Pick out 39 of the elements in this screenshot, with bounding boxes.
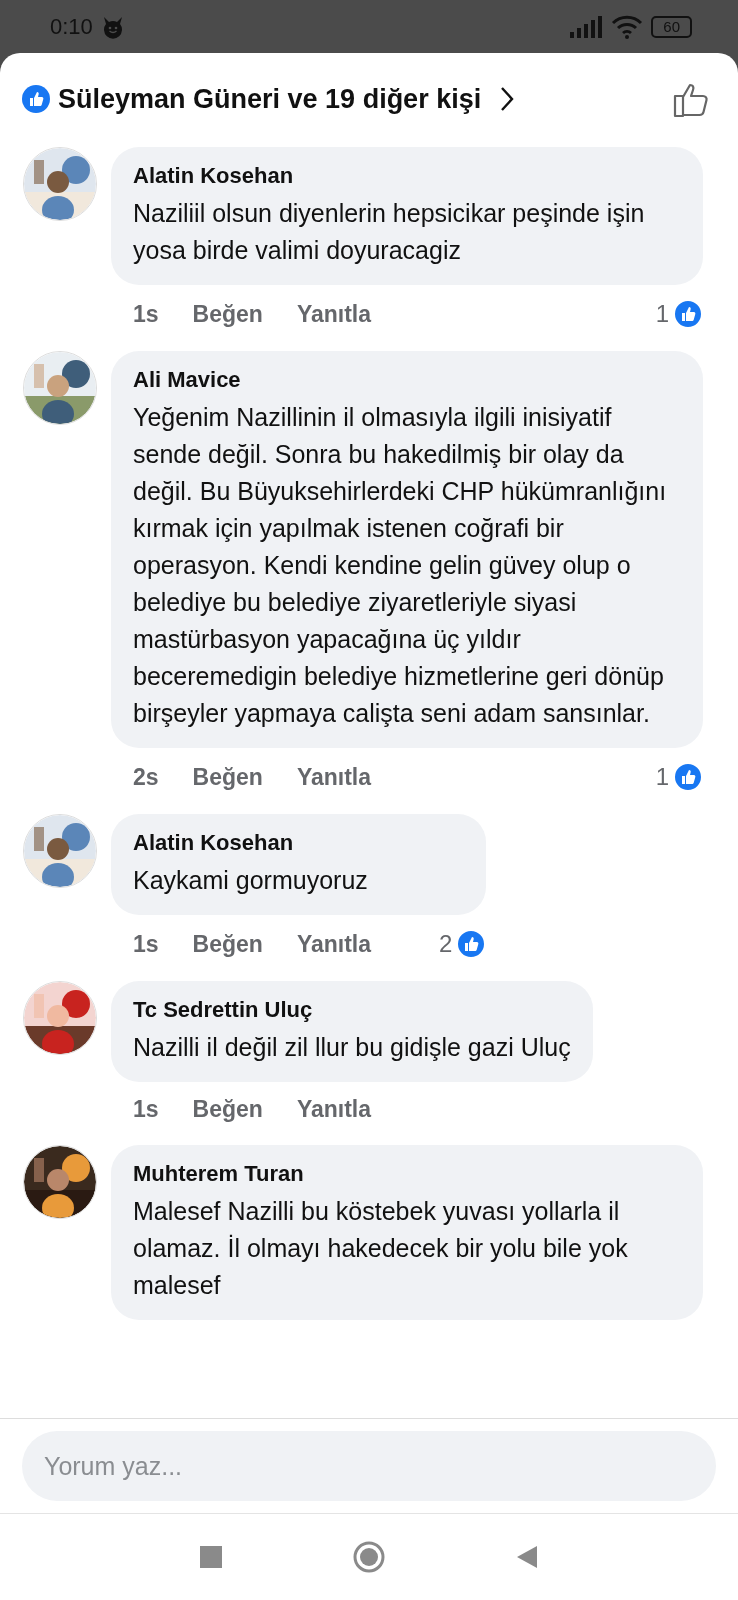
comment-input[interactable]: Yorum yaz... xyxy=(22,1431,716,1501)
comment-time: 2s xyxy=(133,763,159,791)
like-badge-icon xyxy=(673,762,703,792)
chevron-right-icon[interactable] xyxy=(499,85,516,113)
comment-text: Naziliil olsun diyenlerin hepsicikar peşinde işin yosa birde valimi doyuracagiz xyxy=(133,198,646,266)
status-time: 0:10 xyxy=(50,13,93,40)
comment-author[interactable]: Ali Mavice xyxy=(133,367,681,393)
like-badge-icon xyxy=(22,85,50,113)
square-nav-icon[interactable] xyxy=(199,1545,223,1569)
comment-author[interactable]: Alatin Kosehan xyxy=(133,830,465,856)
like-link[interactable]: Beğen xyxy=(192,1096,263,1123)
comment-text: Malesef Nazilli bu köstebek yuvası yollarla il olamaz. İl olmayı hakedecek bir yolu bile yok malesef xyxy=(133,1196,629,1301)
comment-time: 1s xyxy=(133,1096,159,1123)
battery-indicator: 60 xyxy=(651,15,692,38)
comment-time: 1s xyxy=(133,930,159,958)
comment-author[interactable]: Muhterem Turan xyxy=(133,1161,681,1187)
back-nav-icon[interactable] xyxy=(515,1545,539,1569)
like-badge-icon xyxy=(673,299,703,329)
reply-link[interactable]: Yanıtla xyxy=(296,763,372,791)
reply-link[interactable]: Yanıtla xyxy=(296,300,372,328)
signal-icon xyxy=(569,15,604,38)
comment-time: 1s xyxy=(133,300,159,328)
like-count: 1 xyxy=(655,763,669,791)
wifi-icon xyxy=(611,14,644,39)
home-nav-icon[interactable] xyxy=(353,1541,385,1573)
like-link[interactable]: Beğen xyxy=(192,763,263,791)
comment-text: Kaykami gormuyoruz xyxy=(133,865,369,896)
likers-link[interactable]: Süleyman Güneri ve 19 diğer kişi xyxy=(58,83,482,115)
comment-text: Yeğenim Nazillinin il olmasıyla ilgili inisiyatif sende değil. Sonra bu hakedilmiş bir olay da değil. Bu Büyuksehirlerdeki CHP hükümranlığını kırmak için yapılmak istenen coğrafi bir operasyon. Kendi kendine gelin güvey olup o belediye bu belediye ziyaretleriyle siyasi mastürbasyon yapacağına üç yıldır beceremedigin belediye hizmetlerine geri dönüp birşeyler yapmaya calişta seni adam sansınlar. xyxy=(133,402,668,729)
comment-author[interactable]: Alatin Kosehan xyxy=(133,163,681,189)
reply-link[interactable]: Yanıtla xyxy=(296,1096,372,1123)
reply-link[interactable]: Yanıtla xyxy=(296,930,372,958)
comment-text: Nazilli il değil zil llur bu gidişle gazi Uluç xyxy=(133,1032,571,1063)
like-badge-icon xyxy=(456,929,487,959)
comment-author[interactable]: Tc Sedrettin Uluç xyxy=(133,997,571,1023)
like-link[interactable]: Beğen xyxy=(192,300,263,328)
like-count: 2 xyxy=(439,930,453,958)
like-count: 1 xyxy=(655,300,669,328)
like-link[interactable]: Beğen xyxy=(192,930,263,958)
